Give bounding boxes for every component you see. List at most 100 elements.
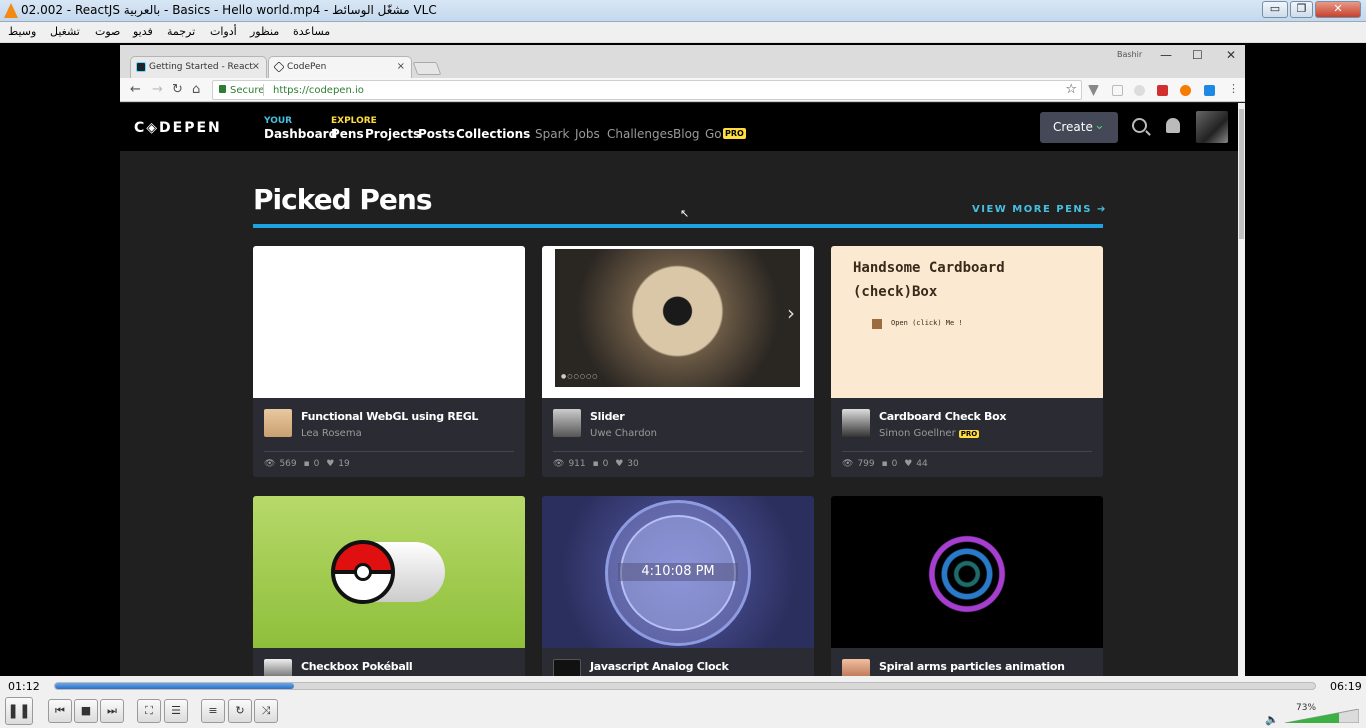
pause-icon[interactable]: ❚❚ bbox=[5, 697, 33, 725]
restore-button[interactable]: ❐ bbox=[1290, 1, 1313, 18]
pen-title[interactable]: Slider bbox=[590, 410, 625, 423]
pen-preview[interactable]: Handsome Cardboard (check)Box Open (clic… bbox=[831, 246, 1103, 398]
extension-icon[interactable] bbox=[1157, 85, 1168, 96]
pen-author[interactable]: Lea Rosema bbox=[301, 428, 362, 439]
seek-bar[interactable] bbox=[54, 682, 1316, 690]
nav-challenges[interactable]: Challenges bbox=[607, 127, 673, 141]
home-button[interactable]: ⌂ bbox=[192, 82, 200, 97]
time-elapsed[interactable]: 01:12 bbox=[8, 680, 40, 693]
menu-view[interactable]: منظور bbox=[250, 25, 279, 38]
minimize-button[interactable]: ▭ bbox=[1262, 1, 1288, 18]
avatar[interactable] bbox=[842, 659, 870, 676]
comment-icon[interactable]: ▪ bbox=[304, 459, 310, 469]
pro-badge[interactable]: PRO bbox=[723, 128, 746, 139]
search-icon[interactable] bbox=[1132, 118, 1147, 133]
pen-card[interactable]: › ●○○○○○ Slider Uwe Chardon 👁 911 ▪ 0 ♥ 30 bbox=[542, 246, 814, 477]
profile-name[interactable]: Bashir bbox=[1117, 50, 1142, 59]
pen-preview[interactable] bbox=[831, 496, 1103, 648]
menu-media[interactable]: وسيط bbox=[8, 25, 36, 38]
fullscreen-icon[interactable]: ⛶ bbox=[137, 699, 161, 723]
browser-close-button[interactable]: ✕ bbox=[1226, 48, 1236, 62]
nav-spark[interactable]: Spark bbox=[535, 127, 569, 141]
browser-minimize-button[interactable]: — bbox=[1160, 48, 1172, 62]
menu-subtitle[interactable]: ترجمة bbox=[167, 25, 195, 38]
avatar[interactable] bbox=[1196, 111, 1228, 143]
extension-icon[interactable] bbox=[1088, 85, 1099, 96]
forward-button[interactable]: → bbox=[152, 82, 163, 97]
chevron-right-icon[interactable]: › bbox=[787, 301, 795, 325]
pen-card[interactable]: 4:10:08 PM Javascript Analog Clock bbox=[542, 496, 814, 676]
pen-title[interactable]: Checkbox Pokéball bbox=[301, 660, 413, 673]
extension-icon[interactable] bbox=[1112, 85, 1123, 96]
tab-close-icon[interactable]: × bbox=[397, 61, 405, 72]
avatar[interactable] bbox=[264, 659, 292, 676]
nav-jobs[interactable]: Jobs bbox=[575, 127, 600, 141]
extension-icon[interactable] bbox=[1134, 85, 1145, 96]
pen-title[interactable]: Spiral arms particles animation bbox=[879, 660, 1065, 673]
heart-icon[interactable]: ♥ bbox=[326, 459, 334, 469]
view-more-pens-link[interactable]: VIEW MORE PENS ➔ bbox=[972, 204, 1107, 215]
back-button[interactable]: ← bbox=[130, 82, 141, 97]
reload-button[interactable]: ↻ bbox=[172, 82, 183, 97]
avatar[interactable] bbox=[264, 409, 292, 437]
nav-dashboard[interactable]: Dashboard bbox=[264, 127, 337, 141]
tab-codepen[interactable]: CodePen × bbox=[268, 56, 412, 78]
playlist-icon[interactable]: ≡ bbox=[201, 699, 225, 723]
star-icon[interactable]: ☆ bbox=[1065, 82, 1077, 97]
menu-audio[interactable]: صوت bbox=[95, 25, 120, 38]
time-total[interactable]: 06:19 bbox=[1330, 680, 1362, 693]
prev-icon[interactable]: ⏮ bbox=[48, 699, 72, 723]
browser-menu-icon[interactable]: ⋮ bbox=[1228, 82, 1239, 95]
menu-help[interactable]: مساعدة bbox=[293, 25, 330, 38]
nav-go[interactable]: Go bbox=[705, 127, 722, 141]
nav-posts[interactable]: Posts bbox=[418, 127, 455, 141]
pen-title[interactable]: Functional WebGL using REGL bbox=[301, 410, 478, 423]
pen-preview[interactable]: › ●○○○○○ bbox=[542, 246, 814, 398]
comment-icon[interactable]: ▪ bbox=[882, 459, 888, 469]
heart-icon[interactable]: ♥ bbox=[904, 459, 912, 469]
nav-pens[interactable]: Pens bbox=[331, 127, 364, 141]
menu-tools[interactable]: أدوات bbox=[210, 25, 237, 38]
create-button[interactable]: Create ⌄ bbox=[1040, 112, 1118, 143]
pen-author[interactable]: Uwe Chardon bbox=[590, 428, 657, 439]
extension-icon[interactable] bbox=[1180, 85, 1191, 96]
browser-maximize-button[interactable]: ☐ bbox=[1192, 48, 1203, 62]
nav-blog[interactable]: Blog bbox=[673, 127, 700, 141]
tab-close-icon[interactable]: × bbox=[252, 61, 260, 72]
stop-icon[interactable]: ■ bbox=[74, 699, 98, 723]
checkbox[interactable] bbox=[872, 319, 882, 329]
comment-icon[interactable]: ▪ bbox=[593, 459, 599, 469]
pen-card[interactable]: Spiral arms particles animation bbox=[831, 496, 1103, 676]
pen-card[interactable]: Handsome Cardboard (check)Box Open (clic… bbox=[831, 246, 1103, 477]
volume-slider[interactable] bbox=[1285, 709, 1359, 723]
avatar[interactable] bbox=[842, 409, 870, 437]
url-bar[interactable]: Secure https://codepen.io ☆ bbox=[212, 80, 1082, 100]
nav-collections[interactable]: Collections bbox=[456, 127, 530, 141]
pen-preview[interactable] bbox=[253, 496, 525, 648]
next-icon[interactable]: ⏭ bbox=[100, 699, 124, 723]
shuffle-icon[interactable]: ⤨ bbox=[254, 699, 278, 723]
pen-card[interactable]: Functional WebGL using REGL Lea Rosema 👁… bbox=[253, 246, 525, 477]
bell-icon[interactable] bbox=[1166, 118, 1180, 133]
extended-settings-icon[interactable]: ☰ bbox=[164, 699, 188, 723]
pen-author[interactable]: Simon Goellner PRO bbox=[879, 428, 980, 439]
nav-projects[interactable]: Projects bbox=[365, 127, 420, 141]
new-tab-button[interactable] bbox=[412, 62, 442, 75]
pen-preview[interactable] bbox=[253, 246, 525, 398]
slider-dots[interactable]: ●○○○○○ bbox=[561, 373, 598, 380]
close-button[interactable]: ✕ bbox=[1315, 1, 1361, 18]
scrollbar-thumb[interactable] bbox=[1239, 109, 1244, 239]
tab-react[interactable]: Getting Started - React × bbox=[130, 56, 267, 78]
pen-title[interactable]: Javascript Analog Clock bbox=[590, 660, 729, 673]
pen-title[interactable]: Cardboard Check Box bbox=[879, 410, 1006, 423]
heart-icon[interactable]: ♥ bbox=[615, 459, 623, 469]
menu-video[interactable]: فديو bbox=[133, 25, 153, 38]
page-scrollbar[interactable] bbox=[1238, 103, 1245, 676]
avatar[interactable] bbox=[553, 659, 581, 676]
avatar[interactable] bbox=[553, 409, 581, 437]
menu-playback[interactable]: تشغيل bbox=[50, 25, 80, 38]
pen-card[interactable]: Checkbox Pokéball bbox=[253, 496, 525, 676]
codepen-logo[interactable]: C◈DEPEN bbox=[134, 120, 222, 136]
loop-icon[interactable]: ↻ bbox=[228, 699, 252, 723]
speaker-icon[interactable]: 🔈 bbox=[1265, 713, 1279, 726]
